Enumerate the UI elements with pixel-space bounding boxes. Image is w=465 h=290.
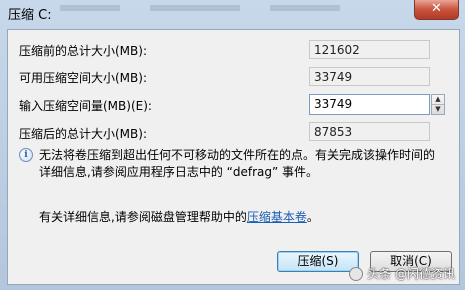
- close-button[interactable]: ✕: [414, 0, 459, 20]
- shrink-amount-label: 输入压缩空间量(MB)(E):: [19, 99, 152, 113]
- shrink-amount-spinner[interactable]: ▲ ▼: [431, 94, 445, 115]
- help-line: 有关详细信息,请参阅磁盘管理帮助中的压缩基本卷。: [39, 208, 319, 225]
- total-before-label: 压缩前的总计大小(MB):: [19, 44, 147, 58]
- total-after-label: 压缩后的总计大小(MB):: [19, 127, 147, 141]
- spin-up-icon[interactable]: ▲: [432, 95, 444, 105]
- available-space-field: 33749: [309, 67, 430, 86]
- help-suffix: 。: [306, 210, 319, 224]
- background-blur: [60, 5, 120, 11]
- shrink-button[interactable]: 压缩(S): [277, 251, 359, 272]
- title-bar[interactable]: 压缩 C: ✕: [0, 0, 465, 26]
- background-blur: [150, 5, 240, 11]
- window-title: 压缩 C:: [8, 8, 52, 23]
- total-before-field: 121602: [309, 40, 430, 59]
- spin-down-icon[interactable]: ▼: [432, 105, 444, 114]
- help-prefix: 有关详细信息,请参阅磁盘管理帮助中的: [39, 210, 247, 224]
- background-blur: [270, 5, 340, 11]
- dialog-window: 压缩 C: ✕ 压缩前的总计大小(MB): 121602 可用压缩空间大小(MB…: [0, 0, 465, 290]
- watermark: 头条 @闪德资讯: [349, 265, 455, 282]
- info-icon: i: [19, 148, 33, 162]
- total-after-field: 87853: [309, 122, 430, 141]
- shrink-basic-volume-link[interactable]: 压缩基本卷: [247, 210, 307, 224]
- info-message: 无法将卷压缩到超出任何不可移动的文件所在的点。有关完成该操作时间的详细信息,请参…: [39, 148, 436, 179]
- watermark-text: 头条 @闪德资讯: [367, 267, 455, 281]
- watermark-icon: [349, 266, 364, 281]
- shrink-amount-input[interactable]: 33749: [309, 94, 430, 115]
- dialog-body: 压缩前的总计大小(MB): 121602 可用压缩空间大小(MB): 33749…: [7, 29, 460, 285]
- close-icon: ✕: [431, 1, 442, 16]
- available-space-label: 可用压缩空间大小(MB):: [19, 71, 147, 85]
